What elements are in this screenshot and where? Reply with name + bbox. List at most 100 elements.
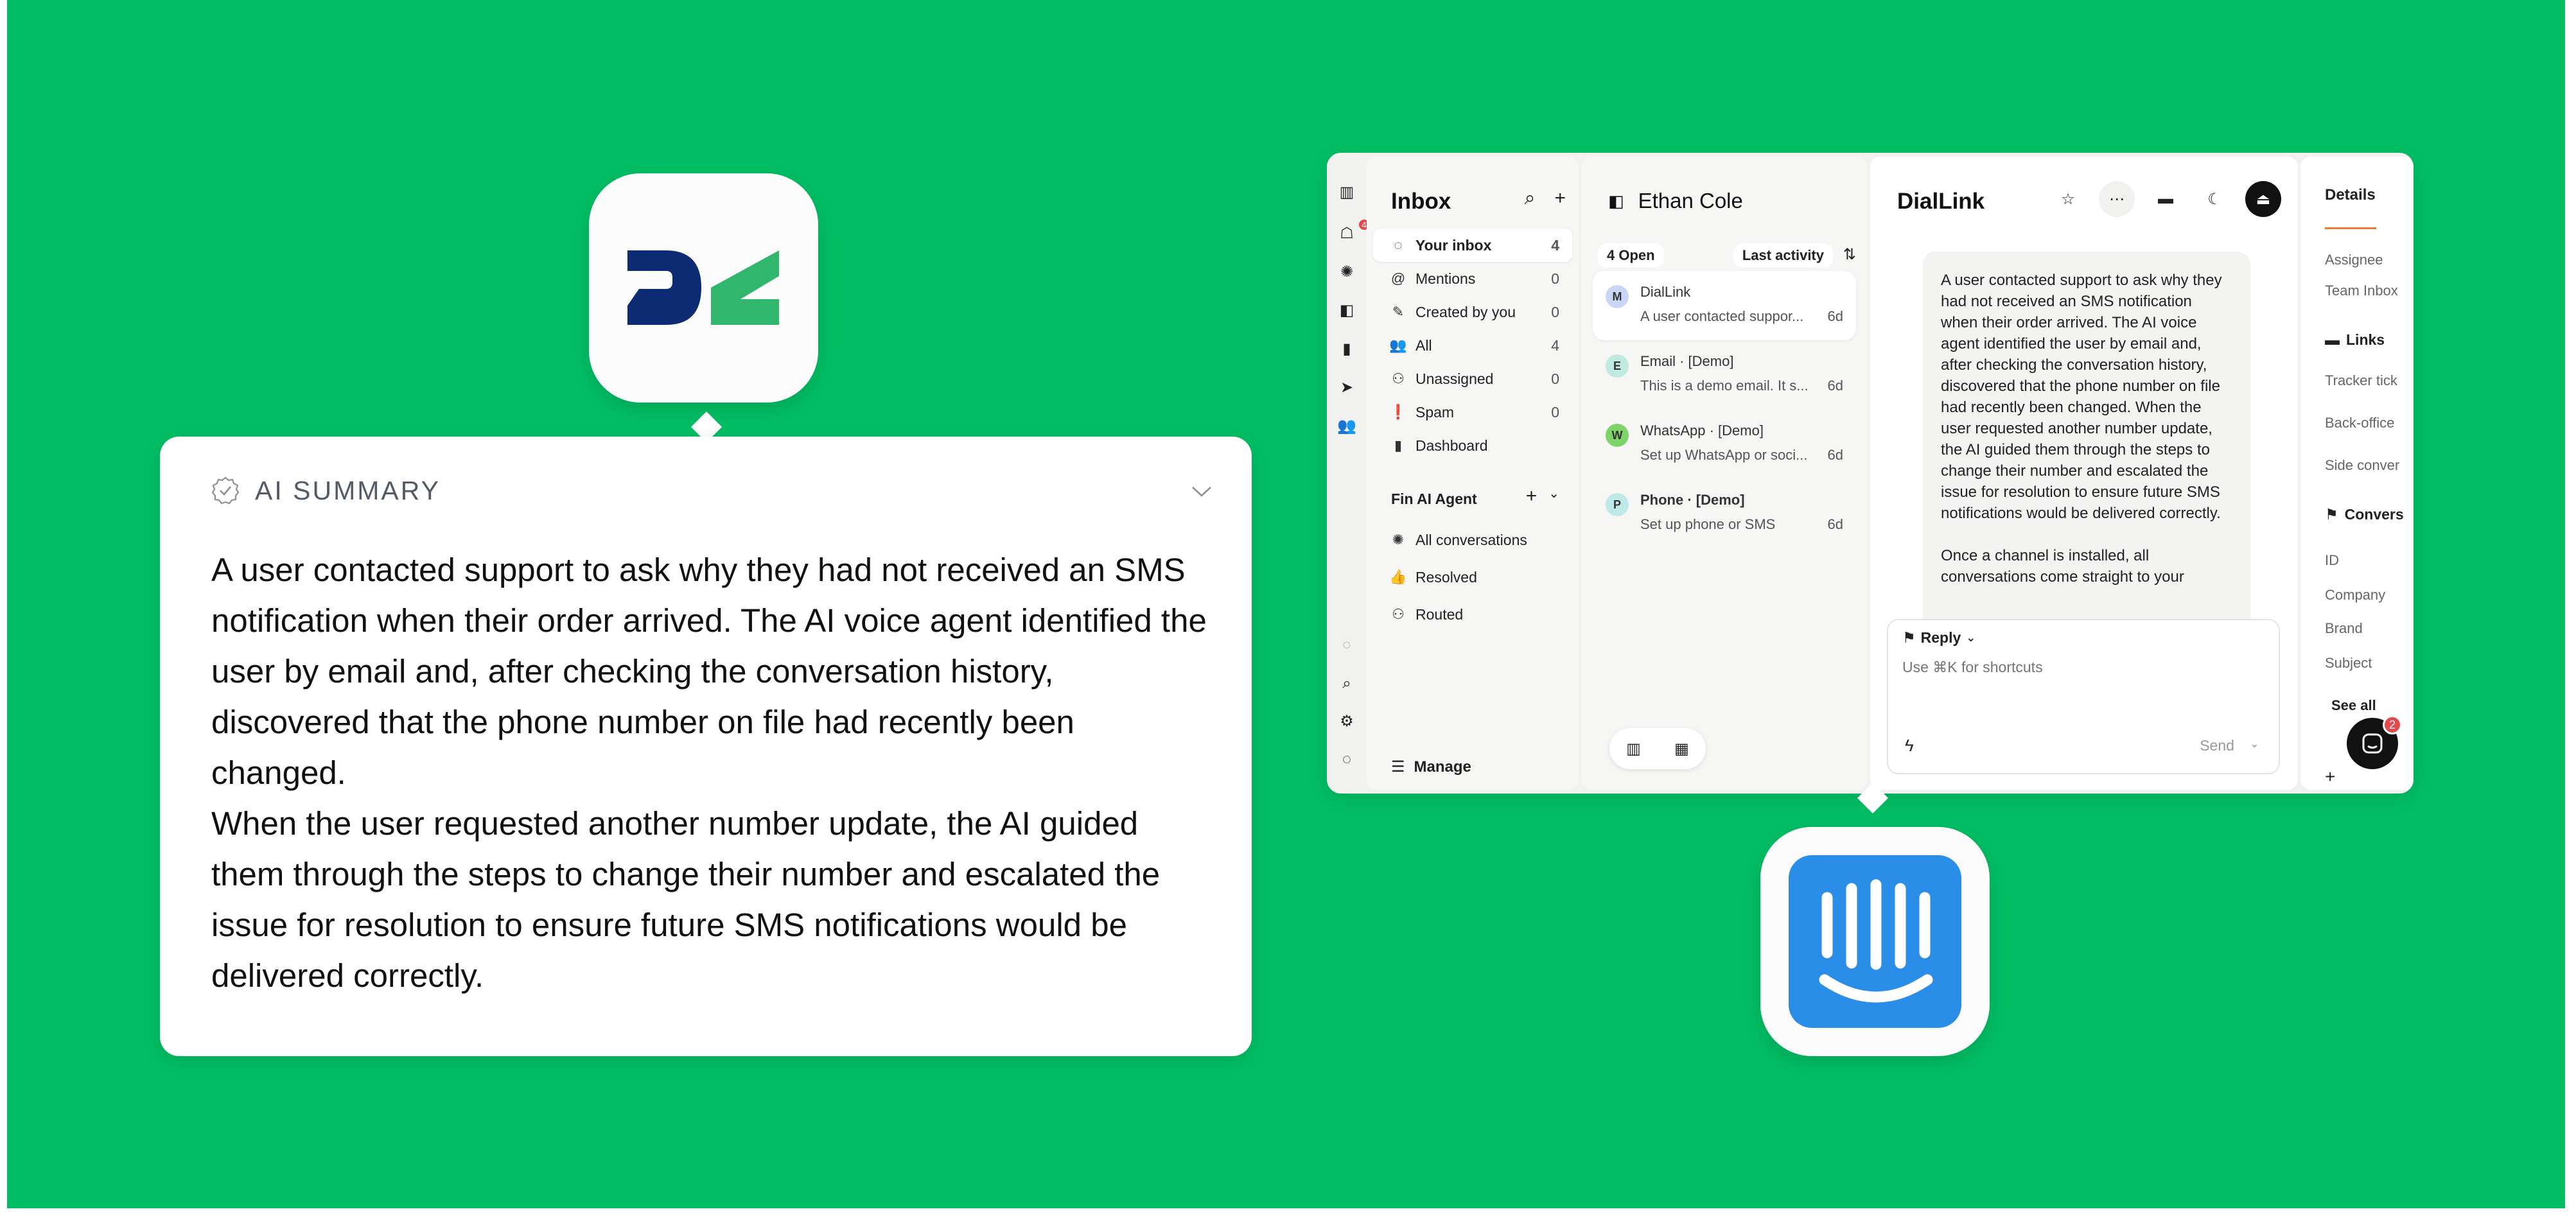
summary-header: AI SUMMARY (210, 475, 441, 506)
avatar-icon[interactable]: ◌ (1337, 750, 1356, 769)
more-icon[interactable]: ⋯ (2099, 181, 2135, 217)
close-conversation-icon[interactable]: ⏏ (2245, 181, 2281, 217)
single-column-icon[interactable]: ▥ (1626, 740, 1641, 758)
knowledge-icon[interactable]: ◧ (1337, 300, 1356, 320)
conversation-title: DialLink (1640, 284, 1691, 300)
nav-item-label: All conversations (1415, 531, 1527, 548)
nav-item-dashboard[interactable]: ▮ Dashboard (1373, 429, 1572, 462)
reply-mode-dropdown[interactable]: ⚑ Reply ⌄ (1902, 629, 1976, 647)
chat-icon (2362, 733, 2383, 754)
view-toggle: ▥ ▦ (1609, 728, 1706, 769)
conversation-preview: Set up WhatsApp or soci... (1640, 447, 1808, 463)
nav-item-your-inbox[interactable]: ◌ Your inbox 4 (1373, 229, 1572, 262)
conversation-list-panel: ◧ Ethan Cole 4 Open Last activity ⇅ M Di… (1581, 157, 1868, 790)
avatar: M (1606, 285, 1629, 308)
nav-item-label: Created by you (1415, 303, 1516, 320)
nav-item-routed[interactable]: ⚇ Routed (1373, 596, 1572, 633)
nav-item-created-by-you[interactable]: ✎ Created by you 0 (1373, 295, 1572, 329)
nav-item-label: All (1415, 336, 1432, 354)
conversation-title: DialLink (1897, 189, 1985, 214)
nav-item-count: 4 (1551, 236, 1559, 254)
nav-item-all[interactable]: 👥 All 4 (1373, 329, 1572, 362)
conversation-item[interactable]: E Email · [Demo] This is a demo email. I… (1593, 340, 1856, 410)
conversation-panel: DialLink ☆ ⋯ ▬ ☾ ⏏ A user contacted supp… (1870, 157, 2298, 790)
star-icon[interactable]: ☆ (2050, 181, 2086, 217)
fin-icon: ✺ (1392, 532, 1405, 548)
summary-title: AI SUMMARY (255, 475, 441, 505)
nav-item-count: 4 (1551, 336, 1559, 354)
conversation-attributes-section[interactable]: ⚑ Convers (2325, 506, 2404, 523)
conversation-preview: Set up phone or SMS (1640, 516, 1776, 532)
reports-icon[interactable]: ▮ (1337, 339, 1356, 358)
routed-icon: ⚇ (1392, 606, 1405, 622)
intercom-logo-icon[interactable]: ▥ (1337, 182, 1356, 202)
summary-text: A user contacted support to ask why they… (211, 544, 1213, 1001)
nav-item-count: 0 (1551, 370, 1559, 387)
conversation-actions: ☆ ⋯ ▬ ☾ ⏏ (2050, 181, 2281, 217)
contacts-icon[interactable]: 👥 (1337, 416, 1356, 435)
conversation-title: Email · [Demo] (1640, 353, 1734, 369)
search-icon[interactable]: ⌕ (1525, 187, 1536, 209)
message-text: Once a channel is installed, all convers… (1941, 547, 2184, 586)
conversation-title: WhatsApp · [Demo] (1640, 422, 1764, 439)
chevron-down-icon[interactable]: ⌄ (1548, 485, 1559, 507)
tab-details[interactable]: Details (2325, 186, 2376, 204)
plus-icon[interactable]: + (1554, 187, 1566, 209)
sort-icon[interactable]: ⇅ (1843, 245, 1856, 264)
nav-item-resolved[interactable]: 👍 Resolved (1373, 559, 1572, 596)
conversation-time: 6d (1827, 447, 1843, 463)
diallink-logo (589, 173, 818, 403)
details-panel: Details Assignee Team Inbox ▬ Links Track… (2300, 157, 2414, 790)
settings-icon[interactable]: ⚙ (1337, 711, 1356, 731)
chevron-down-icon: ⌄ (2249, 737, 2259, 750)
list-icon: ☰ (1391, 758, 1405, 776)
conversation-item[interactable]: W WhatsApp · [Demo] Set up WhatsApp or s… (1593, 410, 1856, 479)
plus-icon[interactable]: + (2325, 767, 2335, 787)
message-bubble: A user contacted support to ask why they… (1923, 252, 2250, 650)
nav-item-count: 0 (1551, 270, 1559, 287)
company-label: Company (2325, 587, 2386, 603)
people-icon: 👥 (1389, 337, 1407, 353)
conversation-time: 6d (1827, 516, 1843, 532)
sidebar-toggle-icon[interactable]: ◧ (1608, 191, 1624, 211)
nav-item-mentions[interactable]: @ Mentions 0 (1373, 262, 1572, 295)
plus-icon[interactable]: + (1526, 485, 1538, 507)
left-rail: ▥ ☖ 4 ✺ ◧ ▮ ➤ 👥 ○ ⌕ ⚙ ◌ (1327, 153, 1369, 794)
open-filter[interactable]: 4 Open (1598, 243, 1664, 268)
conversation-item[interactable]: P Phone · [Demo] Set up phone or SMS 6d (1593, 479, 1856, 548)
search-icon[interactable]: ⌕ (1337, 674, 1356, 693)
nav-item-unassigned[interactable]: ⚇ Unassigned 0 (1373, 362, 1572, 395)
spam-icon: ❗ (1389, 404, 1407, 420)
unassigned-icon: ⚇ (1392, 370, 1405, 387)
ticket-icon[interactable]: ▬ (2148, 181, 2184, 217)
composer-input[interactable] (1902, 659, 2262, 676)
inbox-icon[interactable]: ☖ 4 (1337, 220, 1369, 243)
avatar: P (1606, 493, 1629, 516)
send-button[interactable]: Send ⌄ (2200, 737, 2259, 754)
bolt-icon[interactable]: ϟ (1905, 736, 1914, 756)
ai-summary-card: AI SUMMARY A user contacted support to a… (160, 437, 1252, 1056)
assignee-label: Assignee (2325, 252, 2383, 268)
attributes-label: Convers (2344, 506, 2404, 523)
at-icon: @ (1390, 270, 1406, 286)
fin-nav-list: ✺ All conversations 👍 Resolved ⚇ Routed (1373, 521, 1572, 633)
links-section[interactable]: ▬ Links (2325, 331, 2385, 349)
send-label: Send (2200, 737, 2234, 754)
outbound-icon[interactable]: ➤ (1337, 378, 1356, 397)
multi-column-icon[interactable]: ▦ (1674, 740, 1689, 758)
snooze-icon[interactable]: ☾ (2196, 181, 2232, 217)
messenger-launcher[interactable]: 2 (2347, 715, 2402, 769)
conversation-item[interactable]: M DialLink A user contacted suppor... 6d (1593, 271, 1856, 340)
manage-button[interactable]: ☰ Manage (1391, 758, 1471, 776)
intercom-logo (1760, 827, 1990, 1056)
chevron-down-icon[interactable] (1190, 482, 1213, 501)
fin-icon[interactable]: ✺ (1337, 262, 1356, 281)
conversation-time: 6d (1827, 378, 1843, 394)
sort-dropdown[interactable]: Last activity (1733, 243, 1833, 268)
nav-item-all-conversations[interactable]: ✺ All conversations (1373, 521, 1572, 559)
intercom-logo-icon (1789, 855, 1961, 1028)
nav-item-spam[interactable]: ❗ Spam 0 (1373, 395, 1572, 429)
pen-icon: ✎ (1392, 304, 1405, 320)
links-label: Links (2346, 331, 2385, 348)
see-all-link[interactable]: See all (2331, 697, 2376, 714)
